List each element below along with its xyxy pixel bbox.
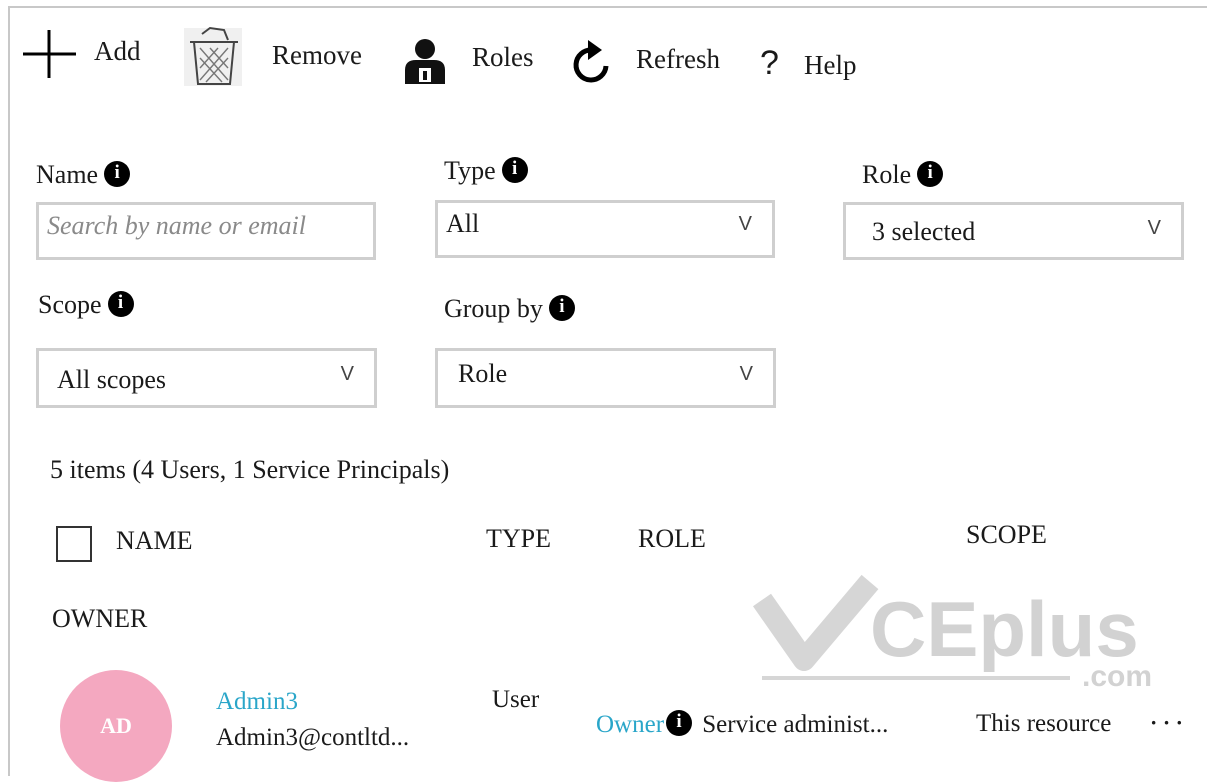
column-header-type[interactable]: TYPE: [486, 524, 551, 554]
column-header-scope[interactable]: SCOPE: [966, 520, 1047, 550]
role-link[interactable]: Owner: [596, 711, 664, 738]
help-label: Help: [804, 50, 857, 80]
chevron-down-icon: V: [340, 363, 354, 385]
scope-filter-label: Scope: [38, 290, 134, 320]
scope-select[interactable]: All scopes V: [36, 348, 377, 408]
info-icon[interactable]: [666, 710, 693, 736]
info-icon[interactable]: [107, 291, 134, 317]
role-detail: Service administ...: [702, 711, 889, 738]
plus-icon: [23, 30, 76, 78]
scope-cell: This resource: [976, 710, 1112, 737]
user-name-link[interactable]: Admin3: [216, 688, 298, 716]
role-cell: Owner Service administ...: [596, 710, 888, 739]
name-filter-label: Name: [36, 160, 131, 190]
role-select[interactable]: 3 selected V: [843, 202, 1184, 260]
user-email: Admin3@contltd...: [216, 724, 410, 751]
name-search-input[interactable]: Search by name or email: [36, 202, 376, 260]
refresh-label: Refresh: [636, 44, 720, 74]
roles-label: Roles: [472, 42, 534, 72]
help-icon: ?: [760, 44, 779, 82]
table-row[interactable]: AD Admin3 Admin3@contltd... User Owner S…: [56, 666, 1196, 782]
type-select[interactable]: All V: [435, 200, 775, 258]
items-summary: 5 items (4 Users, 1 Service Principals): [50, 455, 450, 484]
more-options-icon[interactable]: · · ·: [1150, 710, 1183, 736]
info-icon[interactable]: [548, 295, 575, 321]
remove-label: Remove: [272, 40, 362, 70]
groupby-filter-label: Group by: [444, 294, 575, 324]
add-label: Add: [94, 36, 141, 66]
user-roles-icon: [405, 39, 445, 84]
info-icon[interactable]: [501, 157, 528, 183]
column-header-name[interactable]: NAME: [116, 526, 193, 556]
group-header-owner: OWNER: [52, 604, 148, 633]
refresh-icon: [573, 40, 609, 83]
trash-icon: [184, 26, 242, 86]
refresh-button[interactable]: Refresh: [566, 36, 736, 90]
remove-button[interactable]: Remove: [180, 24, 380, 90]
chevron-down-icon: V: [1147, 217, 1161, 239]
add-button[interactable]: Add: [20, 28, 150, 78]
select-all-checkbox[interactable]: [56, 526, 92, 562]
chevron-down-icon: V: [738, 213, 752, 235]
role-filter-label: Role: [862, 160, 944, 190]
help-button[interactable]: ? Help: [760, 44, 880, 90]
info-icon[interactable]: [104, 161, 131, 187]
user-type: User: [492, 686, 540, 713]
chevron-down-icon: V: [739, 363, 753, 385]
groupby-select[interactable]: Role V: [435, 348, 776, 408]
roles-button[interactable]: Roles: [402, 34, 552, 88]
info-icon[interactable]: [917, 161, 944, 187]
column-header-role[interactable]: ROLE: [638, 524, 706, 554]
avatar: AD: [60, 670, 172, 782]
type-filter-label: Type: [444, 156, 528, 186]
